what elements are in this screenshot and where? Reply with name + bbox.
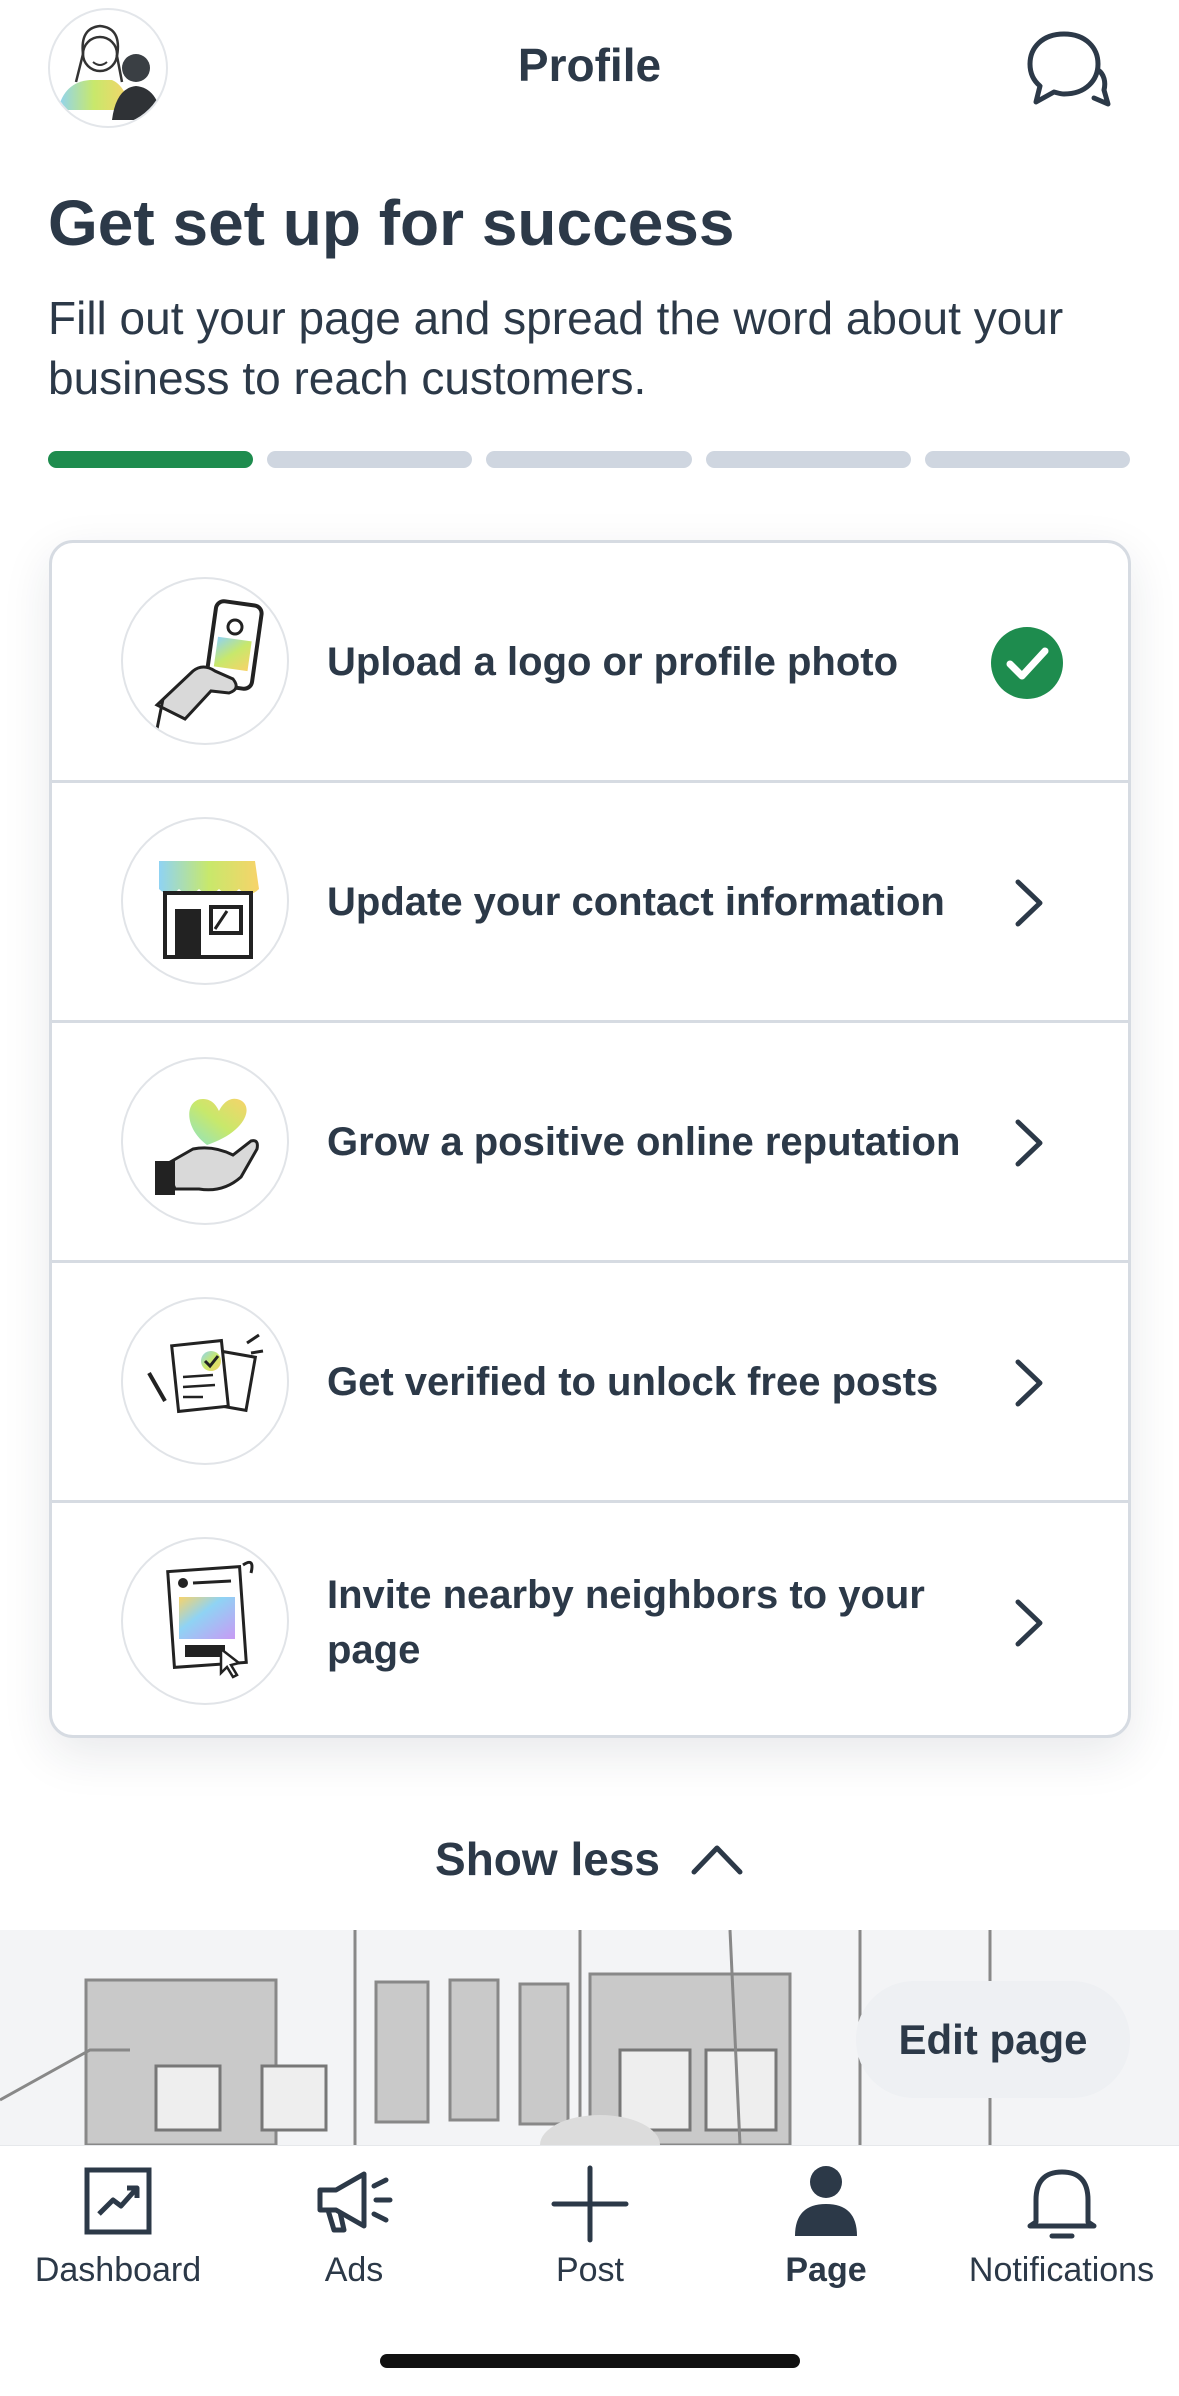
edit-page-button[interactable]: Edit page: [856, 1981, 1130, 2098]
progress-segment: [267, 451, 473, 468]
task-label: Get verified to unlock free posts: [327, 1360, 939, 1404]
setup-heading: Get set up for success: [48, 187, 735, 259]
tab-page[interactable]: Page: [708, 2146, 944, 2296]
setup-checklist: Upload a logo or profile photo Update yo…: [49, 540, 1131, 1738]
chat-bubbles-icon: [1027, 31, 1111, 107]
task-illustration: [121, 817, 289, 985]
tab-label: Notifications: [968, 2251, 1155, 2289]
progress-segment: [486, 451, 692, 468]
bell-icon: [1027, 2169, 1096, 2239]
tab-dashboard[interactable]: Dashboard: [0, 2146, 236, 2296]
chevron-right-icon: [990, 866, 1064, 940]
messages-button[interactable]: [1024, 24, 1114, 114]
setup-description: Fill out your page and spread the word a…: [48, 292, 1064, 404]
task-illustration: [121, 1057, 289, 1225]
task-reputation[interactable]: Grow a positive online reputation: [52, 1023, 1128, 1263]
top-header: Profile: [0, 0, 1179, 140]
tab-ads[interactable]: Ads: [236, 2146, 472, 2296]
chevron-right-icon: [990, 1586, 1064, 1660]
task-illustration: [121, 1537, 289, 1705]
megaphone-icon: [317, 2171, 393, 2233]
tab-label: Post: [555, 2251, 625, 2289]
tab-post[interactable]: Post: [472, 2146, 708, 2296]
show-less-toggle[interactable]: Show less: [0, 1832, 1179, 1886]
person-icon: [795, 2166, 857, 2236]
plus-icon: [551, 2165, 629, 2243]
setup-progress-bar: [48, 451, 1131, 468]
task-label: Upload a logo or profile photo: [327, 640, 899, 684]
task-contact-info[interactable]: Update your contact information: [52, 783, 1128, 1023]
task-label: Grow a positive online reputation: [327, 1120, 961, 1164]
task-upload-photo[interactable]: Upload a logo or profile photo: [52, 543, 1128, 783]
checkmark-circle-icon: [991, 627, 1063, 699]
progress-segment: [705, 451, 911, 468]
storefront-icon: [159, 861, 259, 959]
tab-notifications[interactable]: Notifications: [944, 2146, 1179, 2296]
tab-label: Ads: [324, 2251, 384, 2289]
hand-phone-photo-icon: [154, 599, 264, 730]
task-illustration: [121, 577, 289, 745]
chevron-up-icon: [691, 1845, 743, 1875]
chevron-right-icon: [990, 1346, 1064, 1420]
task-invite-neighbors[interactable]: Invite nearby neighbors to your page: [52, 1503, 1128, 1735]
show-less-label: Show less: [435, 1833, 660, 1885]
flyer-cursor-icon: [166, 1560, 254, 1679]
progress-segment: [924, 451, 1131, 468]
tab-label: Dashboard: [34, 2251, 202, 2289]
task-label: Update your contact information: [327, 880, 945, 924]
chevron-right-icon: [990, 1106, 1064, 1180]
hand-heart-icon: [155, 1098, 259, 1195]
tab-label: Page: [785, 2251, 867, 2289]
progress-segment: [48, 451, 254, 468]
task-complete-badge: [990, 626, 1064, 700]
page-title: Profile: [517, 39, 662, 91]
chart-trend-icon: [84, 2167, 152, 2235]
task-illustration: [121, 1297, 289, 1465]
task-label: Invite nearby neighbors to your page: [327, 1573, 925, 1672]
documents-checkmark-icon: [147, 1333, 264, 1414]
task-get-verified[interactable]: Get verified to unlock free posts: [52, 1263, 1128, 1503]
home-indicator: [380, 2354, 800, 2368]
